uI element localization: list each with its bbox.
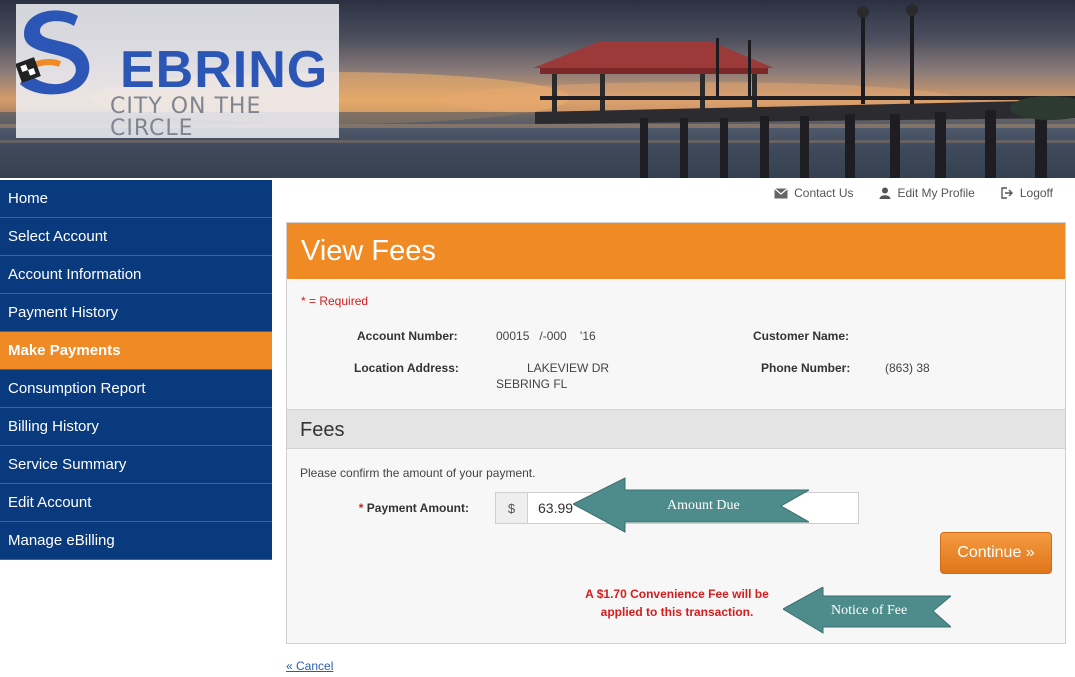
sidebar-item-account-information[interactable]: Account Information xyxy=(0,256,272,294)
sidebar-item-home[interactable]: Home xyxy=(0,180,272,218)
sidebar-item-service-summary[interactable]: Service Summary xyxy=(0,446,272,484)
contact-us-label: Contact Us xyxy=(794,186,854,200)
amount-due-callout-text: Amount Due xyxy=(667,498,740,513)
page: EBRING CITY ON THE CIRCLE Home Select Ac… xyxy=(0,0,1075,677)
logo[interactable]: EBRING CITY ON THE CIRCLE xyxy=(16,4,339,141)
sidebar-nav: Home Select Account Account Information … xyxy=(0,180,272,560)
sidebar-item-select-account[interactable]: Select Account xyxy=(0,218,272,256)
user-icon xyxy=(879,187,891,199)
location-address-line1: LAKEVIEW DR xyxy=(527,361,610,375)
phone-number-value: (863) 38 xyxy=(885,361,930,375)
phone-number-label: Phone Number: xyxy=(761,361,851,375)
logo-wordmark: EBRING xyxy=(120,41,329,99)
cancel-link[interactable]: « Cancel xyxy=(286,659,333,673)
contact-us-link[interactable]: Contact Us xyxy=(774,186,853,200)
payment-amount-label-text: Payment Amount: xyxy=(366,501,469,515)
envelope-icon xyxy=(774,187,789,198)
page-title: View Fees xyxy=(287,223,1065,279)
fee-notice-line1: A $1.70 Convenience Fee will be xyxy=(585,587,769,601)
notice-of-fee-callout-text: Notice of Fee xyxy=(831,603,908,618)
convenience-fee-notice: A $1.70 Convenience Fee will be applied … xyxy=(555,585,799,621)
logo-tagline: CITY ON THE CIRCLE xyxy=(110,94,262,141)
currency-addon: $ xyxy=(496,493,528,523)
logoff-label: Logoff xyxy=(1019,186,1053,200)
sidebar-item-payment-history[interactable]: Payment History xyxy=(0,294,272,332)
continue-button[interactable]: Continue » xyxy=(940,532,1052,574)
location-address-label: Location Address: xyxy=(354,361,459,375)
fees-section-heading: Fees xyxy=(287,409,1065,449)
sidebar-item-make-payments[interactable]: Make Payments xyxy=(0,332,272,370)
logoff-icon xyxy=(1001,187,1013,199)
edit-my-profile-label: Edit My Profile xyxy=(897,186,975,200)
confirm-instruction: Please confirm the amount of your paymen… xyxy=(300,466,536,480)
account-number-value: 00015 /-000 '16 xyxy=(496,329,596,343)
sidebar-item-manage-ebilling[interactable]: Manage eBilling xyxy=(0,522,272,560)
fee-notice-line2: applied to this transaction. xyxy=(600,605,754,619)
account-number-label: Account Number: xyxy=(357,329,458,343)
logoff-link[interactable]: Logoff xyxy=(1001,186,1053,200)
sidebar-item-billing-history[interactable]: Billing History xyxy=(0,408,272,446)
view-fees-panel: View Fees * = Required Account Number: 0… xyxy=(286,222,1066,644)
required-star: * xyxy=(358,501,364,515)
sidebar-item-consumption-report[interactable]: Consumption Report xyxy=(0,370,272,408)
edit-my-profile-link[interactable]: Edit My Profile xyxy=(879,186,975,200)
top-links: Contact Us Edit My Profile Logoff xyxy=(774,186,1053,200)
customer-name-label: Customer Name: xyxy=(753,329,850,343)
header-banner: EBRING CITY ON THE CIRCLE xyxy=(0,0,1075,178)
location-address-line2: SEBRING FL xyxy=(496,377,568,391)
sidebar-item-edit-account[interactable]: Edit Account xyxy=(0,484,272,522)
required-note: * = Required xyxy=(301,294,369,308)
payment-amount-label: * Payment Amount: xyxy=(347,501,469,515)
sebring-s-logo-icon xyxy=(16,10,90,95)
